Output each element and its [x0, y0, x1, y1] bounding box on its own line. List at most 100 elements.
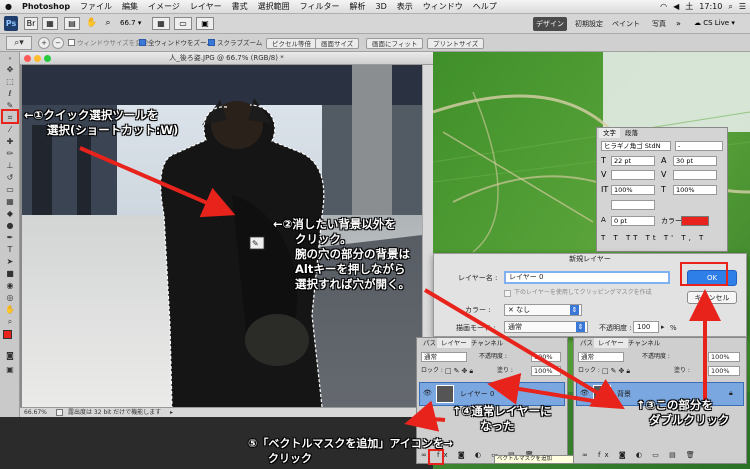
- zoom-in-icon[interactable]: +: [38, 37, 50, 49]
- text-style-icons[interactable]: T T TT Tt T' T, T: [601, 234, 706, 242]
- fill-field[interactable]: 100%: [531, 366, 561, 376]
- workspace-photography[interactable]: 写真: [645, 17, 673, 31]
- tab-channels[interactable]: チャンネル: [467, 338, 507, 348]
- tab-paragraph[interactable]: 段落: [621, 128, 642, 138]
- clipping-mask-checkbox[interactable]: [504, 290, 511, 297]
- marquee-tool-icon[interactable]: ⬚: [3, 76, 17, 87]
- menu-image[interactable]: イメージ: [143, 0, 185, 14]
- layer-color-select[interactable]: ✕ なし ⇕: [504, 304, 582, 316]
- opacity-stepper-icon[interactable]: ▸: [661, 321, 665, 333]
- opacity-field[interactable]: 100%: [531, 352, 561, 362]
- workspace-essentials[interactable]: 初期設定: [571, 17, 607, 31]
- menu-help[interactable]: ヘルプ: [468, 0, 502, 14]
- minibridge-icon[interactable]: ▦: [42, 17, 58, 30]
- opacity-input-dialog[interactable]: 100: [633, 321, 659, 333]
- blur-tool-icon[interactable]: ◆: [3, 208, 17, 219]
- hand-tool-icon[interactable]: ✋: [84, 17, 100, 30]
- tab-channels[interactable]: チャンネル: [624, 338, 664, 348]
- zoom-level-select[interactable]: 66.7 ▾: [120, 17, 141, 30]
- fill-field[interactable]: 100%: [708, 366, 740, 376]
- document-title-bar[interactable]: 人_後ろ姿.JPG @ 66.7% (RGB/8) *: [20, 52, 433, 65]
- zoom-tool-panel-icon[interactable]: ⌕: [3, 316, 17, 327]
- menu-3d[interactable]: 3D: [371, 0, 392, 14]
- zoom-preset-icon[interactable]: ⌕▾: [6, 36, 32, 50]
- blend-mode-select[interactable]: 通常 ⇕: [504, 321, 588, 333]
- zoom-out-icon[interactable]: −: [52, 37, 64, 49]
- notification-icon[interactable]: ☰: [739, 0, 746, 14]
- font-size-field[interactable]: 22 pt: [611, 156, 655, 166]
- tab-layers[interactable]: レイヤー: [437, 338, 471, 348]
- quick-mask-icon[interactable]: ◙: [3, 350, 17, 361]
- fill-screen-button[interactable]: 画面にフィット: [366, 38, 424, 49]
- menu-layer[interactable]: レイヤー: [185, 0, 227, 14]
- menu-analysis[interactable]: 解析: [345, 0, 371, 14]
- close-window-icon[interactable]: [24, 55, 31, 62]
- eyedropper-tool-icon[interactable]: ⁄: [3, 124, 17, 135]
- zoom-window-icon[interactable]: [44, 55, 51, 62]
- lock-icons[interactable]: □✎✥🔒︎: [445, 366, 475, 376]
- status-zoom-value[interactable]: 66.67%: [24, 408, 47, 418]
- font-style-select[interactable]: -: [675, 141, 723, 151]
- visibility-eye-icon[interactable]: 👁︎: [423, 389, 432, 397]
- kerning-field[interactable]: [673, 170, 717, 180]
- scrubby-zoom-checkbox[interactable]: [208, 39, 215, 46]
- wifi-icon[interactable]: ◠: [660, 0, 667, 14]
- 3d-rotate-tool-icon[interactable]: ◉: [3, 280, 17, 291]
- pen-tool-icon[interactable]: ✒: [3, 232, 17, 243]
- workspace-more-icon[interactable]: »: [676, 17, 681, 30]
- tsume-field[interactable]: [611, 200, 655, 210]
- dodge-tool-icon[interactable]: ●: [3, 220, 17, 231]
- layer-name-input[interactable]: レイヤー 0: [504, 271, 670, 284]
- zoom-all-windows-checkbox[interactable]: [139, 39, 146, 46]
- history-brush-tool-icon[interactable]: ↺: [3, 172, 17, 183]
- workspace-painting[interactable]: ペイント: [611, 17, 641, 31]
- extras-icon[interactable]: ▤: [64, 17, 80, 30]
- minimize-window-icon[interactable]: [34, 55, 41, 62]
- layer-name[interactable]: 背景: [617, 389, 631, 399]
- cancel-button[interactable]: キャンセル: [687, 291, 737, 304]
- fit-screen-button[interactable]: 画面サイズ: [315, 38, 360, 49]
- font-family-select[interactable]: ヒラギノ角ゴ StdN: [601, 141, 671, 151]
- spotlight-icon[interactable]: ⌕: [728, 0, 732, 14]
- blend-mode-select[interactable]: 通常: [578, 352, 624, 362]
- gradient-tool-icon[interactable]: ▦: [3, 196, 17, 207]
- vertical-scale-field[interactable]: 100%: [611, 185, 655, 195]
- volume-icon[interactable]: ◀: [673, 0, 679, 14]
- actual-pixels-button[interactable]: ピクセル等倍: [266, 38, 317, 49]
- path-selection-tool-icon[interactable]: ➤: [3, 256, 17, 267]
- menu-view[interactable]: 表示: [392, 0, 418, 14]
- apple-icon[interactable]: ●: [0, 0, 17, 14]
- clock-day[interactable]: 土: [685, 0, 693, 14]
- status-arrow-icon[interactable]: ▸: [170, 408, 173, 418]
- type-tool-icon[interactable]: T: [3, 244, 17, 255]
- shape-tool-icon[interactable]: ■: [3, 268, 17, 279]
- clock-time[interactable]: 17:10: [699, 0, 722, 14]
- move-tool-icon[interactable]: ✥: [3, 64, 17, 75]
- blend-mode-select[interactable]: 通常: [421, 352, 467, 362]
- lock-icons[interactable]: □✎✥🔒︎: [602, 366, 632, 376]
- healing-brush-tool-icon[interactable]: ✚: [3, 136, 17, 147]
- view-extras-icon[interactable]: ▦: [152, 17, 170, 30]
- brush-tool-icon[interactable]: ✏: [3, 148, 17, 159]
- zoom-tool-icon[interactable]: ⌕: [100, 17, 116, 30]
- workspace-design[interactable]: デザイン: [533, 17, 567, 31]
- resize-windows-checkbox[interactable]: [68, 39, 75, 46]
- hand-tool-panel-icon[interactable]: ✋: [3, 304, 17, 315]
- print-size-button[interactable]: プリントサイズ: [427, 38, 485, 49]
- lasso-tool-icon[interactable]: ℓ: [3, 88, 17, 99]
- layer-row-layer0[interactable]: 👁︎ レイヤー 0: [419, 382, 565, 406]
- menu-window[interactable]: ウィンドウ: [418, 0, 468, 14]
- menu-type[interactable]: 書式: [227, 0, 253, 14]
- eraser-tool-icon[interactable]: ▭: [3, 184, 17, 195]
- menu-edit[interactable]: 編集: [117, 0, 143, 14]
- cs-live-button[interactable]: ☁ CS Live ▾: [694, 17, 735, 30]
- menu-select[interactable]: 選択範囲: [253, 0, 295, 14]
- screen-mode-icon[interactable]: ▣: [196, 17, 214, 30]
- horizontal-scale-field[interactable]: 100%: [673, 185, 717, 195]
- bridge-icon[interactable]: Br: [24, 17, 38, 30]
- opacity-field[interactable]: 100%: [708, 352, 740, 362]
- baseline-shift-field[interactable]: 0 pt: [611, 216, 655, 226]
- tracking-field[interactable]: [611, 170, 655, 180]
- text-color-swatch[interactable]: [681, 216, 709, 226]
- tab-layers[interactable]: レイヤー: [594, 338, 628, 348]
